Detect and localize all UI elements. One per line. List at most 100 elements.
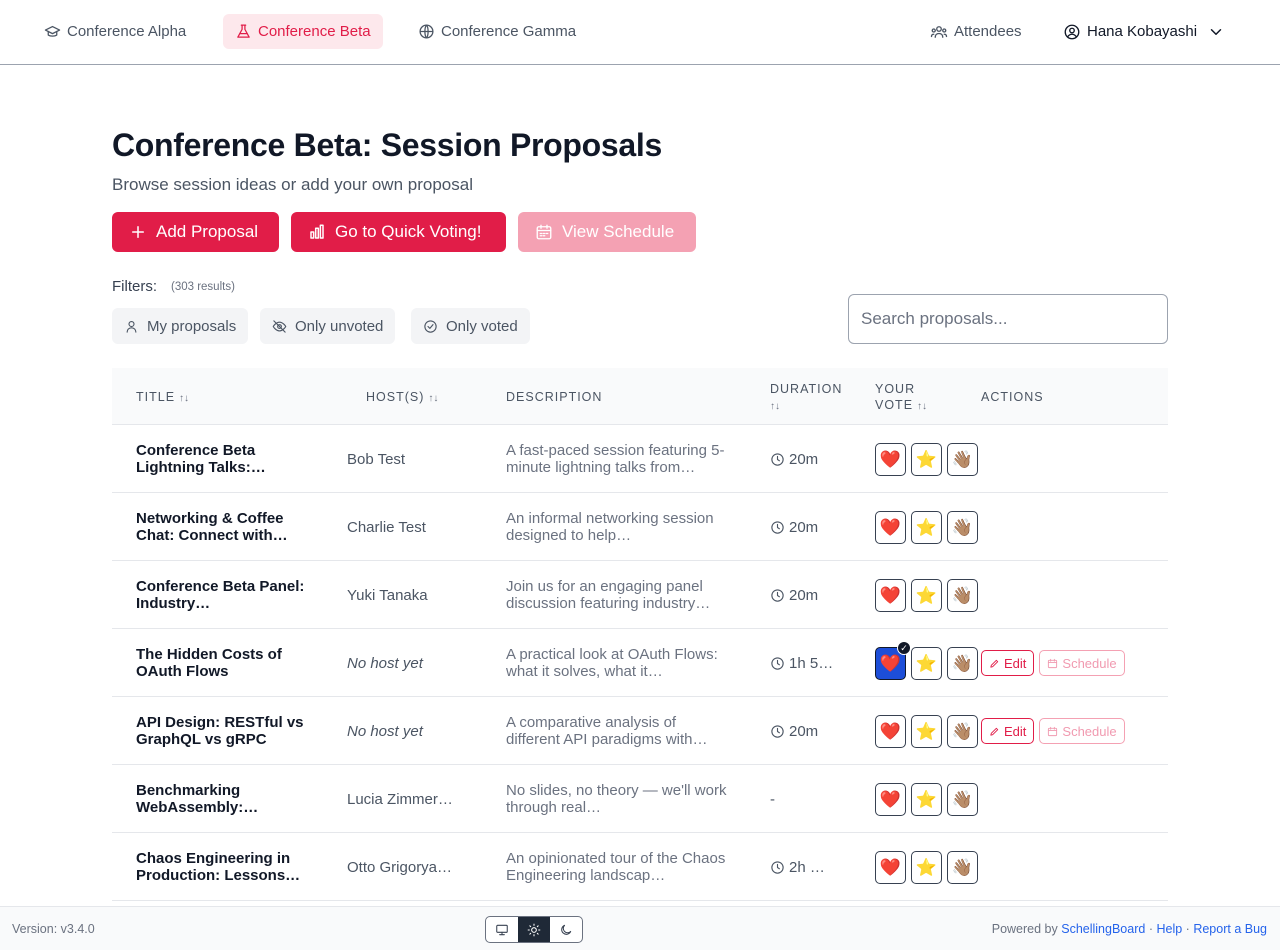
button-label: Go to Quick Voting! bbox=[335, 222, 482, 241]
theme-dark-button[interactable] bbox=[550, 917, 582, 942]
footer: Version: v3.4.0 Powered by SchellingBoar… bbox=[0, 906, 1280, 950]
proposal-title[interactable]: Networking & Coffee Chat: Connect with… bbox=[136, 493, 316, 561]
proposal-title-text: The Hidden Costs of OAuth Flows bbox=[136, 646, 282, 680]
vote-heart-button[interactable]: ❤️ bbox=[875, 783, 906, 816]
vote-star-button[interactable]: ⭐ bbox=[911, 647, 942, 680]
schedule-label: Schedule bbox=[1062, 723, 1117, 739]
vote-emoji: ❤️ bbox=[879, 585, 902, 605]
vote-heart-button[interactable]: ❤️ ✓ bbox=[875, 641, 911, 680]
proposal-title[interactable]: Benchmarking WebAssembly:… bbox=[136, 765, 316, 833]
proposal-description: Join us for an engaging panel discussion… bbox=[506, 561, 728, 629]
proposal-title-text: Chaos Engineering in Production: Lessons… bbox=[136, 850, 301, 884]
theme-toggle bbox=[485, 916, 583, 943]
proposal-duration: - bbox=[770, 765, 775, 833]
vote-star-button[interactable]: ⭐ bbox=[911, 579, 942, 612]
proposal-duration: 20m bbox=[770, 425, 818, 493]
clock-icon bbox=[771, 588, 784, 602]
vote-emoji: 👋🏽 bbox=[951, 789, 974, 809]
schellingboard-link[interactable]: SchellingBoard bbox=[1061, 922, 1145, 936]
vote-wave-button[interactable]: 👋🏽 bbox=[947, 715, 978, 748]
monitor-icon bbox=[496, 924, 508, 935]
view-schedule-button[interactable]: View Schedule bbox=[518, 212, 696, 252]
vote-heart-button[interactable]: ❤️ bbox=[875, 579, 906, 612]
vote-star-button[interactable]: ⭐ bbox=[911, 443, 942, 476]
header-label: ACTIONS bbox=[981, 390, 1044, 404]
search-input[interactable] bbox=[848, 294, 1168, 344]
vote-wave-button[interactable]: 👋🏽 bbox=[947, 511, 978, 544]
vote-wave-button[interactable]: 👋🏽 bbox=[947, 783, 978, 816]
clock-icon bbox=[771, 520, 784, 534]
vote-emoji: ⭐ bbox=[915, 857, 938, 877]
column-header-your-vote[interactable]: YOUR VOTE ↑↓ bbox=[875, 381, 927, 415]
proposal-title[interactable]: Conference Beta Panel: Industry… bbox=[136, 561, 316, 629]
vote-wave-button[interactable]: 👋🏽 bbox=[947, 579, 978, 612]
vote-emoji: ⭐ bbox=[915, 449, 938, 469]
vote-wave-button[interactable]: 👋🏽 bbox=[947, 443, 978, 476]
duration-text: - bbox=[770, 790, 775, 808]
proposal-title[interactable]: Chaos Engineering in Production: Lessons… bbox=[136, 833, 316, 901]
vote-star-button[interactable]: ⭐ bbox=[911, 511, 942, 544]
header-label: DESCRIPTION bbox=[506, 390, 603, 404]
duration-text: 2h … bbox=[789, 858, 825, 876]
check-icon: ✓ bbox=[897, 641, 911, 655]
table-row: The Hidden Costs of OAuth Flows No host y… bbox=[112, 629, 1168, 697]
sun-icon bbox=[527, 923, 541, 936]
header-label: VOTE bbox=[875, 398, 914, 412]
attendees-link[interactable]: Attendees bbox=[930, 14, 1022, 49]
vote-star-button[interactable]: ⭐ bbox=[911, 783, 942, 816]
proposal-description-text: An informal networking session designed … bbox=[506, 510, 714, 544]
attendees-label: Attendees bbox=[954, 23, 1022, 40]
tab-conference-beta[interactable]: Conference Beta bbox=[223, 14, 383, 49]
column-header-duration[interactable]: DURATION ↑↓ bbox=[770, 381, 842, 415]
user-name: Hana Kobayashi bbox=[1087, 23, 1198, 40]
vote-buttons: ❤️ ⭐ 👋🏽 bbox=[875, 783, 978, 816]
proposal-title[interactable]: The Hidden Costs of OAuth Flows bbox=[136, 629, 316, 697]
proposal-title[interactable]: API Design: RESTful vs GraphQL vs gRPC bbox=[136, 697, 316, 765]
proposal-title[interactable]: Conference Beta Lightning Talks:… bbox=[136, 425, 316, 493]
column-header-actions: ACTIONS bbox=[981, 389, 1044, 405]
report-bug-link[interactable]: Report a Bug bbox=[1193, 922, 1267, 936]
vote-emoji: ⭐ bbox=[915, 789, 938, 809]
filter-my-proposals[interactable]: My proposals bbox=[112, 308, 249, 344]
column-header-hosts[interactable]: HOST(S) ↑↓ bbox=[366, 389, 438, 407]
vote-wave-button[interactable]: 👋🏽 bbox=[947, 851, 978, 884]
vote-emoji: ❤️ bbox=[879, 517, 902, 537]
top-navigation: Conference Alpha Conference Beta Confere… bbox=[0, 0, 1280, 65]
help-link[interactable]: Help bbox=[1156, 922, 1182, 936]
button-label: Add Proposal bbox=[156, 222, 259, 241]
user-menu[interactable]: Hana Kobayashi bbox=[1063, 14, 1225, 49]
vote-heart-button[interactable]: ❤️ bbox=[875, 715, 906, 748]
vote-heart-button[interactable]: ❤️ bbox=[875, 443, 906, 476]
theme-light-button[interactable] bbox=[518, 917, 550, 942]
pencil-icon bbox=[990, 727, 999, 736]
graduation-cap-icon bbox=[44, 25, 61, 37]
theme-system-button[interactable] bbox=[486, 917, 518, 942]
tab-conference-alpha[interactable]: Conference Alpha bbox=[32, 14, 198, 49]
schedule-button[interactable]: Schedule bbox=[1039, 650, 1125, 676]
filter-only-unvoted[interactable]: Only unvoted bbox=[260, 308, 396, 344]
proposal-host: Lucia Zimmer… bbox=[347, 790, 453, 808]
proposal-description-text: A fast-paced session featuring 5-minute … bbox=[506, 442, 725, 476]
vote-heart-button[interactable]: ❤️ bbox=[875, 851, 906, 884]
version-label: Version: v3.4.0 bbox=[12, 922, 95, 936]
filter-only-voted[interactable]: Only voted bbox=[411, 308, 530, 344]
edit-button[interactable]: Edit bbox=[981, 718, 1035, 744]
tab-conference-gamma[interactable]: Conference Gamma bbox=[406, 14, 588, 49]
proposal-description: No slides, no theory — we'll work throug… bbox=[506, 765, 728, 833]
add-proposal-button[interactable]: Add Proposal bbox=[112, 212, 279, 252]
eye-off-icon bbox=[272, 319, 287, 333]
edit-button[interactable]: Edit bbox=[981, 650, 1035, 676]
proposal-description-text: An opinionated tour of the Chaos Enginee… bbox=[506, 850, 726, 884]
vote-buttons: ❤️ ✓ ⭐ 👋🏽 bbox=[875, 641, 978, 680]
vote-heart-button[interactable]: ❤️ bbox=[875, 511, 906, 544]
vote-emoji: 👋🏽 bbox=[951, 517, 974, 537]
column-header-title[interactable]: TITLE ↑↓ bbox=[136, 389, 189, 407]
schedule-button[interactable]: Schedule bbox=[1039, 718, 1125, 744]
vote-star-button[interactable]: ⭐ bbox=[911, 851, 942, 884]
vote-star-button[interactable]: ⭐ bbox=[911, 715, 942, 748]
filters-label: Filters: bbox=[112, 278, 157, 295]
quick-voting-button[interactable]: Go to Quick Voting! bbox=[291, 212, 506, 252]
table-row: API Design: RESTful vs GraphQL vs gRPC No… bbox=[112, 697, 1168, 765]
vote-wave-button[interactable]: 👋🏽 bbox=[947, 647, 978, 680]
vote-emoji: ❤️ bbox=[879, 789, 902, 809]
